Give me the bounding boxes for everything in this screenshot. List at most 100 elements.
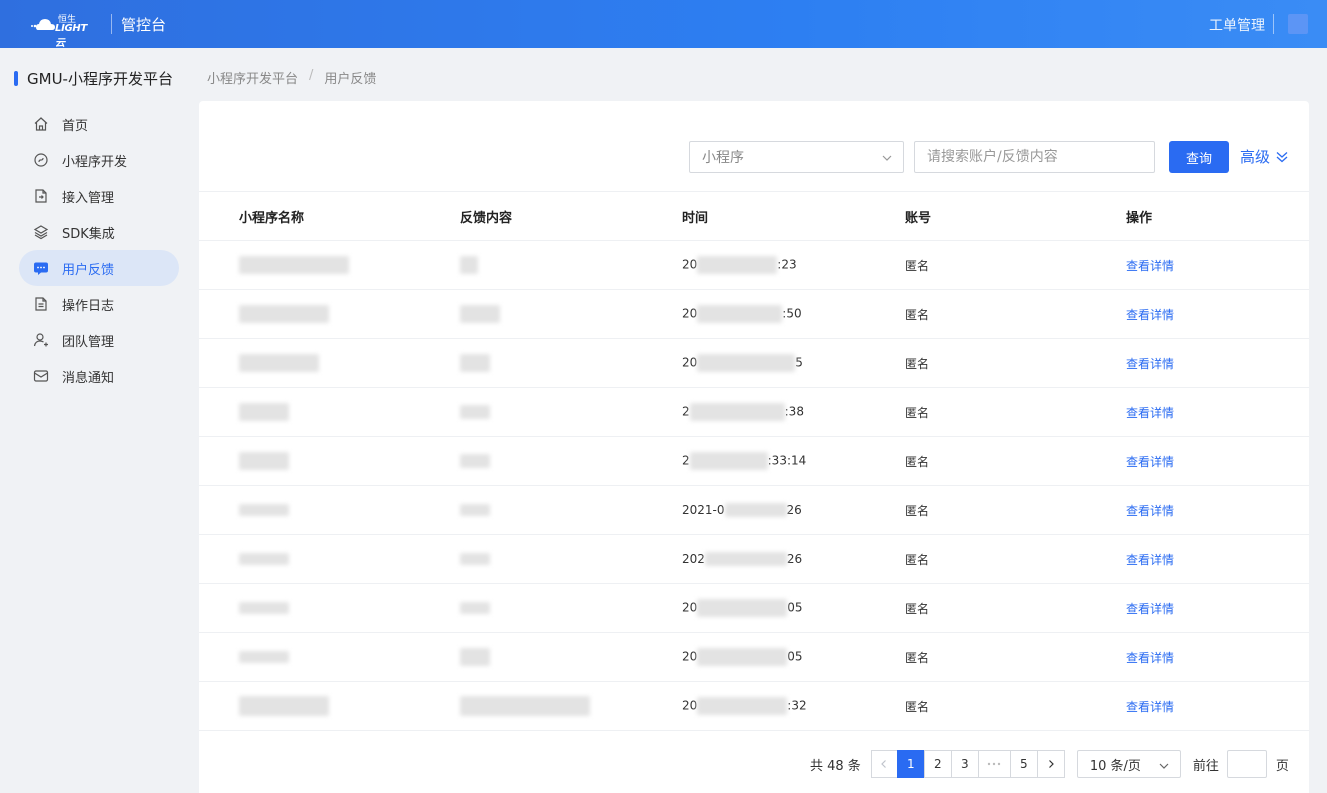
- file-text-icon: [33, 296, 49, 312]
- breadcrumb-separator: /: [309, 68, 314, 83]
- advanced-toggle[interactable]: 高级: [1240, 146, 1289, 167]
- view-details-link[interactable]: 查看详情: [1126, 600, 1174, 617]
- sidebar-item-miniapp-dev[interactable]: 小程序开发: [19, 142, 179, 178]
- account-cell: 匿名: [905, 454, 930, 469]
- feedback-table: 小程序名称 反馈内容 时间 账号 操作 20:23 匿名 查看详情 20:50 …: [199, 191, 1309, 731]
- page-size-value: 10 条/页: [1089, 758, 1141, 774]
- query-button[interactable]: 查询: [1169, 141, 1229, 173]
- time-cell: 20:50: [682, 305, 802, 323]
- sidebar-item-label: 首页: [62, 118, 89, 134]
- account-cell: 匿名: [905, 552, 930, 567]
- sidebar-item-home[interactable]: 首页: [19, 106, 179, 142]
- feedback-content-redacted: [460, 256, 478, 274]
- next-page-button[interactable]: [1036, 750, 1065, 778]
- time-redacted: [697, 256, 778, 274]
- time-cell: 2 :33:14: [682, 452, 806, 470]
- chevron-right-icon: [1048, 760, 1054, 768]
- view-details-link[interactable]: 查看详情: [1126, 306, 1174, 323]
- time-redacted: [697, 599, 788, 617]
- sidebar-item-notifications[interactable]: 消息通知: [19, 358, 179, 394]
- advanced-label: 高级: [1240, 148, 1271, 166]
- table-row: 20:32 匿名 查看详情: [199, 682, 1309, 731]
- table-row: 202 26 匿名 查看详情: [199, 535, 1309, 584]
- brand-logo[interactable]: 恒生 LIGHT云: [22, 12, 96, 49]
- account-cell: 匿名: [905, 307, 930, 322]
- miniapp-name-redacted: [239, 452, 289, 470]
- time-suffix: :38: [784, 404, 804, 419]
- view-details-link[interactable]: 查看详情: [1126, 698, 1174, 715]
- feedback-content-redacted: [460, 553, 490, 565]
- more-pages-button[interactable]: [977, 750, 1011, 778]
- view-details-link[interactable]: 查看详情: [1126, 453, 1174, 470]
- time-prefix: 20: [682, 257, 698, 272]
- chevron-down-icon: [882, 155, 892, 161]
- mail-icon: [33, 368, 49, 384]
- sidebar-item-label: 用户反馈: [62, 262, 115, 278]
- page-size-select[interactable]: 10 条/页: [1076, 750, 1181, 778]
- total-count: 共 48 条: [810, 758, 861, 774]
- time-cell: 20:32: [682, 697, 807, 715]
- feedback-content-redacted: [460, 354, 490, 372]
- header-divider-right: [1273, 14, 1274, 34]
- user-avatar[interactable]: [1288, 14, 1308, 34]
- view-details-link[interactable]: 查看详情: [1126, 404, 1174, 421]
- sidebar-item-user-feedback[interactable]: 用户反馈: [19, 250, 179, 286]
- page-button[interactable]: 5: [1009, 750, 1038, 778]
- time-prefix: 2: [682, 453, 690, 468]
- sidebar-item-sdk[interactable]: SDK集成: [19, 214, 179, 250]
- view-details-link[interactable]: 查看详情: [1126, 257, 1174, 274]
- page-button[interactable]: 3: [950, 750, 979, 778]
- view-details-link[interactable]: 查看详情: [1126, 551, 1174, 568]
- miniapp-select[interactable]: 小程序: [689, 141, 904, 173]
- time-prefix: 20: [682, 698, 698, 713]
- table-row: 2:38 匿名 查看详情: [199, 388, 1309, 437]
- table-row: 20 05 匿名 查看详情: [199, 584, 1309, 633]
- table-row: 2 :33:14 匿名 查看详情: [199, 437, 1309, 486]
- table-row: 20 5 匿名 查看详情: [199, 339, 1309, 388]
- time-suffix: 26: [786, 502, 802, 517]
- account-cell: 匿名: [905, 258, 930, 273]
- prev-page-button[interactable]: [870, 750, 898, 778]
- time-suffix: :33:14: [767, 453, 807, 468]
- time-suffix: 5: [795, 355, 803, 370]
- console-title[interactable]: 管控台: [121, 14, 166, 35]
- sidebar-item-label: 操作日志: [62, 298, 115, 314]
- account-cell: 匿名: [905, 699, 930, 714]
- user-add-icon: [33, 332, 49, 348]
- miniapp-name-redacted: [239, 651, 289, 663]
- table-row: 20 05 匿名 查看详情: [199, 633, 1309, 682]
- top-header: 恒生 LIGHT云 管控台 工单管理: [0, 0, 1327, 49]
- layers-icon: [33, 224, 49, 240]
- view-details-link[interactable]: 查看详情: [1126, 355, 1174, 372]
- sidebar-menu: 首页 小程序开发 接入管理 SDK集成 用户反馈 操作日志 团队管理 消息通知: [19, 106, 179, 394]
- time-suffix: 05: [787, 600, 803, 615]
- search-input[interactable]: [914, 141, 1155, 173]
- page-button-current[interactable]: 1: [896, 750, 925, 778]
- table-row: 2021-0 26 匿名 查看详情: [199, 486, 1309, 535]
- view-details-link[interactable]: 查看详情: [1126, 649, 1174, 666]
- view-details-link[interactable]: 查看详情: [1126, 502, 1174, 519]
- sidebar-item-operation-log[interactable]: 操作日志: [19, 286, 179, 322]
- sidebar-item-team-management[interactable]: 团队管理: [19, 322, 179, 358]
- time-redacted: [724, 503, 787, 518]
- page-button[interactable]: 2: [923, 750, 952, 778]
- breadcrumb-parent[interactable]: 小程序开发平台: [207, 68, 298, 87]
- time-prefix: 20: [682, 600, 698, 615]
- code-circle-icon: [33, 152, 49, 168]
- breadcrumb: 小程序开发平台 / 用户反馈: [207, 68, 376, 87]
- feedback-content-redacted: [460, 454, 490, 468]
- time-prefix: 20: [682, 355, 698, 370]
- goto-page-input[interactable]: [1226, 750, 1267, 778]
- sidebar-item-access-management[interactable]: 接入管理: [19, 178, 179, 214]
- time-suffix: :23: [777, 257, 797, 272]
- miniapp-name-redacted: [239, 504, 289, 516]
- header-divider: [111, 14, 112, 34]
- page-unit-label: 页: [1275, 758, 1289, 774]
- sidebar: GMU-小程序开发平台 首页 小程序开发 接入管理 SDK集成 用户反馈 操作日…: [0, 48, 190, 793]
- sidebar-item-label: 团队管理: [62, 334, 115, 350]
- table-row: 20:50 匿名 查看详情: [199, 290, 1309, 339]
- time-redacted: [697, 354, 796, 372]
- goto-label: 前往: [1192, 758, 1219, 774]
- ticket-management-link[interactable]: 工单管理: [1209, 15, 1265, 35]
- feedback-content-redacted: [460, 696, 590, 716]
